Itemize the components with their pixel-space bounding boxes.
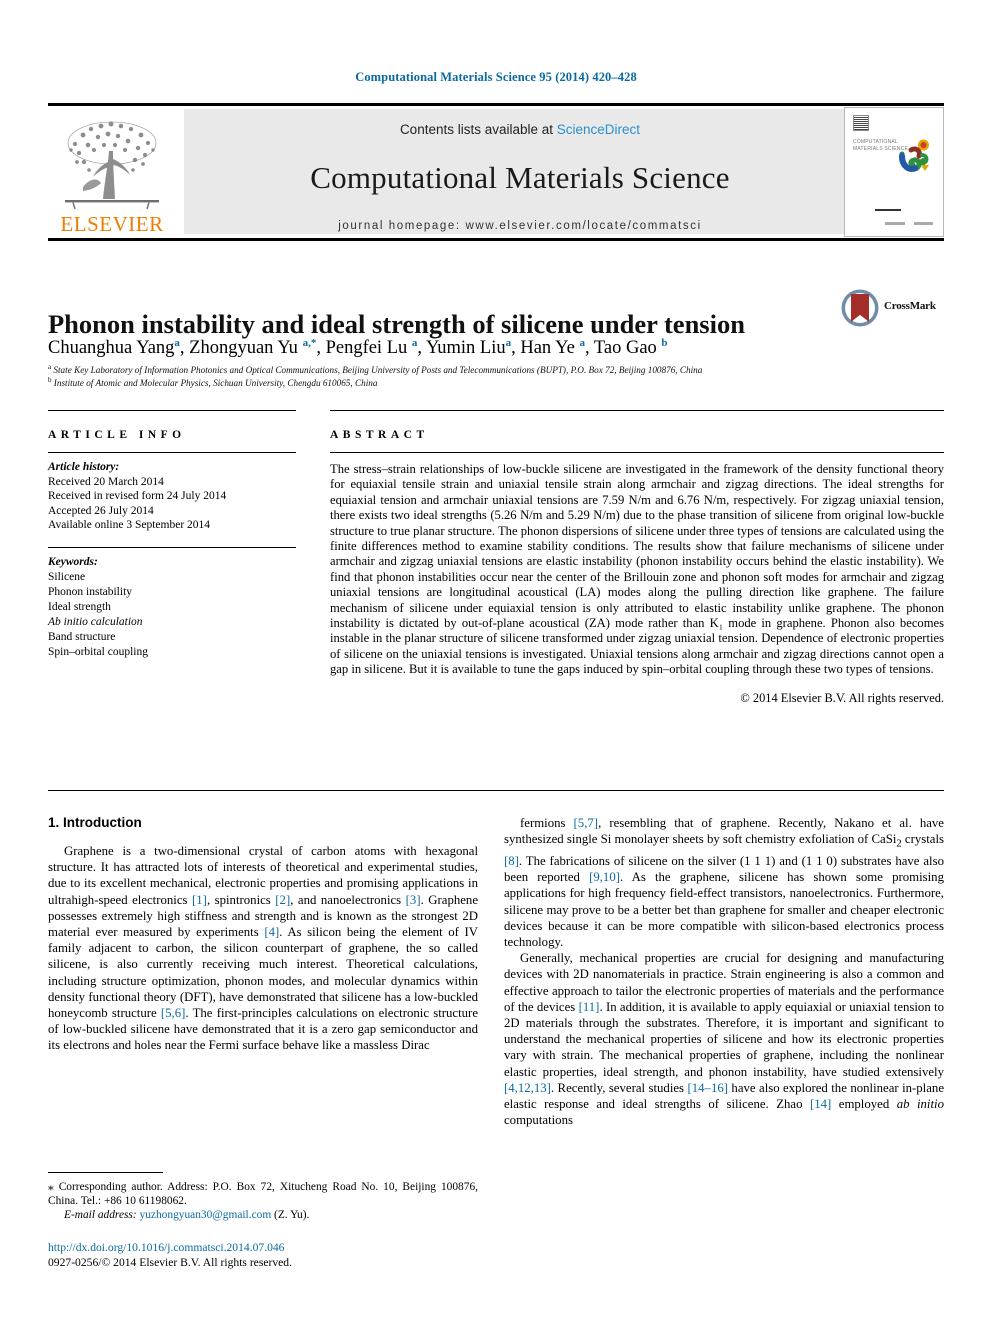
- keyword-item: Phonon instability: [48, 585, 133, 598]
- intro-paragraph-1: Graphene is a two-dimensional crystal of…: [48, 844, 479, 1053]
- keywords-block: Keywords: Silicene Phonon instability Id…: [48, 555, 296, 660]
- history-item: Received in revised form 24 July 2014: [48, 490, 227, 502]
- footnote-rule: [48, 1172, 163, 1173]
- affiliation-b: b Institute of Atomic and Molecular Phys…: [48, 376, 378, 389]
- contents-available-line: Contents lists available at ScienceDirec…: [400, 122, 640, 137]
- crossmark-icon: [841, 289, 879, 327]
- contents-prefix: Contents lists available at: [399, 122, 557, 137]
- keyword-item: Silicene: [48, 570, 86, 583]
- masthead-bottom-rule: [48, 238, 944, 241]
- doi-block: http://dx.doi.org/10.1016/j.commatsci.20…: [48, 1240, 478, 1270]
- keyword-item: Spin–orbital coupling: [48, 645, 148, 658]
- crossmark-badge[interactable]: CrossMark: [840, 288, 944, 336]
- abstract-rule-2: [330, 452, 944, 453]
- intro-paragraph-2: fermions [5,7], resembling that of graph…: [504, 816, 944, 949]
- corresponding-author-line: ⁎ Corresponding author. Address: P.O. Bo…: [48, 1181, 478, 1207]
- journal-name: Computational Materials Science: [310, 160, 730, 195]
- article-info-heading: ARTICLE INFO: [48, 429, 186, 441]
- elsevier-wordmark: ELSEVIER: [60, 212, 164, 236]
- affiliation-b-text: Institute of Atomic and Molecular Physic…: [53, 378, 378, 389]
- keyword-item-italic: Ab initio calculation: [48, 615, 143, 628]
- author-list: Chuanghua Yanga, Zhongyuan Yu a,*, Pengf…: [48, 337, 668, 359]
- info-rule-2: [48, 452, 296, 453]
- cover-divider: [875, 209, 901, 211]
- elsevier-logo: ELSEVIER: [48, 109, 176, 235]
- keyword-item: Ideal strength: [48, 600, 111, 613]
- crossmark-label: CrossMark: [884, 300, 936, 312]
- body-separator-rule: [48, 790, 944, 791]
- abstract-copyright: © 2014 Elsevier B.V. All rights reserved…: [740, 690, 944, 705]
- body-column-right: fermions [5,7], resembling that of graph…: [504, 815, 944, 1128]
- journal-masthead: ELSEVIER Contents lists available at Sci…: [48, 107, 944, 237]
- keyword-item: Ab initio calculation: [48, 615, 296, 630]
- info-rule-3: [48, 546, 296, 548]
- email-owner: (Z. Yu).: [274, 1209, 310, 1221]
- intro-paragraph-3: Generally, mechanical properties are cru…: [504, 951, 945, 1128]
- article-info-column: ARTICLE INFO Article history: Received 2…: [48, 410, 296, 660]
- masthead-top-rule: [48, 103, 944, 106]
- abstract-column: ABSTRACT The stress–strain relationships…: [330, 410, 944, 706]
- cover-qr-icon: [853, 115, 869, 131]
- cover-artwork-icon: [899, 139, 929, 172]
- corresponding-author-footnote: ⁎ Corresponding author. Address: P.O. Bo…: [48, 1180, 478, 1222]
- info-top-rule: [48, 410, 296, 411]
- abstract-top-rule: [330, 410, 944, 411]
- journal-title-band: Contents lists available at ScienceDirec…: [184, 109, 856, 234]
- keyword-item: Band structure: [48, 630, 116, 643]
- keywords-label: Keywords:: [48, 555, 98, 568]
- body-column-left: 1. Introduction Graphene is a two-dimens…: [48, 815, 478, 1054]
- paper-page: Computational Materials Science 95 (2014…: [0, 0, 992, 1323]
- history-item: Accepted 26 July 2014: [48, 504, 154, 517]
- abstract-text: The stress–strain relationships of low-b…: [330, 462, 944, 677]
- email-link[interactable]: yuzhongyuan30@gmail.com: [140, 1209, 272, 1221]
- cover-inner: COMPUTATIONAL MATERIALS SCIENCE: [851, 113, 937, 231]
- elsevier-tree-icon: [65, 121, 159, 210]
- journal-cover-thumbnail: COMPUTATIONAL MATERIALS SCIENCE: [844, 107, 944, 237]
- running-head: Computational Materials Science 95 (2014…: [355, 70, 637, 84]
- doi-link[interactable]: http://dx.doi.org/10.1016/j.commatsci.20…: [48, 1240, 478, 1255]
- issn-copyright-line: 0927-0256/© 2014 Elsevier B.V. All right…: [48, 1256, 292, 1269]
- article-history: Article history: Received 20 March 2014 …: [48, 460, 296, 533]
- section-heading-introduction: 1. Introduction: [48, 815, 142, 830]
- article-history-label: Article history:: [48, 461, 120, 473]
- journal-homepage[interactable]: journal homepage: www.elsevier.com/locat…: [338, 220, 701, 232]
- email-line: E-mail address: yuzhongyuan30@gmail.com …: [48, 1208, 478, 1222]
- cover-footer: [855, 222, 933, 227]
- email-label: E-mail address:: [64, 1209, 137, 1221]
- history-item: Available online 3 September 2014: [48, 519, 211, 531]
- abstract-heading: ABSTRACT: [330, 429, 429, 441]
- sciencedirect-link[interactable]: ScienceDirect: [557, 122, 640, 137]
- history-item: Received 20 March 2014: [48, 475, 164, 488]
